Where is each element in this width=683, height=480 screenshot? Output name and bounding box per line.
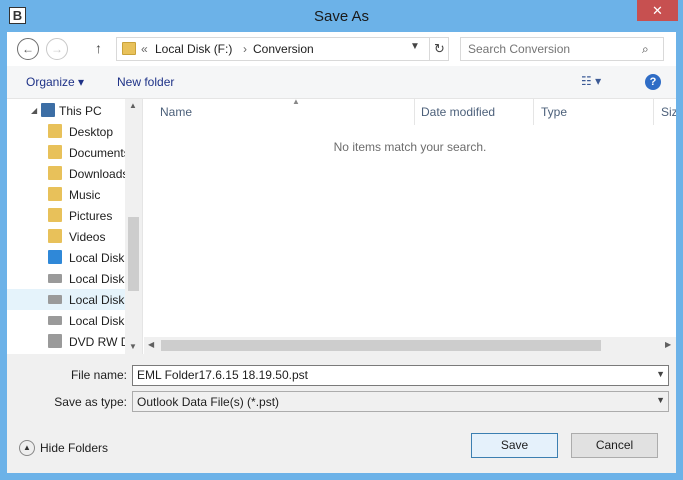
- tree-item-label: Pictures: [69, 209, 113, 223]
- scroll-thumb[interactable]: [161, 340, 601, 351]
- new-folder-button[interactable]: New folder: [117, 75, 174, 89]
- close-button[interactable]: ✕: [637, 0, 678, 21]
- tree-item-local-disk-c[interactable]: Local Disk: [7, 247, 125, 268]
- navigation-bar: ← → ↑ « Local Disk (F:) › Conversion ▼ ↻…: [7, 32, 676, 66]
- documents-folder-icon: [48, 145, 62, 159]
- windows-drive-icon: [48, 250, 62, 264]
- desktop-folder-icon: [48, 124, 62, 138]
- navigation-pane: ◢ This PC Desktop Documents Downloads Mu…: [7, 99, 143, 354]
- cancel-button[interactable]: Cancel: [571, 433, 658, 458]
- tree-item-downloads[interactable]: Downloads: [7, 163, 125, 184]
- tree-item-label: This PC: [59, 104, 102, 118]
- breadcrumb-overflow[interactable]: «: [141, 42, 148, 56]
- search-icon[interactable]: ⌕: [642, 42, 649, 57]
- drive-icon: [48, 295, 62, 304]
- tree-item-local-disk-network[interactable]: Local Disk: [7, 310, 125, 331]
- drive-icon: [48, 274, 62, 283]
- tree-item-music[interactable]: Music: [7, 184, 125, 205]
- tree-item-local-disk-d[interactable]: Local Disk: [7, 268, 125, 289]
- collapse-up-icon[interactable]: ▲: [19, 440, 35, 456]
- column-header-date-modified[interactable]: Date modified: [413, 99, 534, 125]
- tree-item-label: Local Disk: [69, 272, 125, 286]
- tree-item-dvd-drive[interactable]: DVD RW D: [7, 331, 125, 352]
- forward-button[interactable]: →: [46, 38, 68, 60]
- view-options-button[interactable]: ☷ ▾: [581, 74, 601, 88]
- save-type-value: Outlook Data File(s) (*.pst): [137, 395, 280, 409]
- breadcrumb-conversion[interactable]: Conversion: [253, 42, 314, 56]
- tree-item-videos[interactable]: Videos: [7, 226, 125, 247]
- tree-item-label: Local Disk: [69, 251, 125, 265]
- chevron-down-icon[interactable]: ▼: [656, 369, 665, 379]
- dvd-drive-icon: [48, 334, 62, 348]
- music-folder-icon: [48, 187, 62, 201]
- scroll-down-icon[interactable]: ▼: [129, 342, 137, 351]
- dialog-body: ← → ↑ « Local Disk (F:) › Conversion ▼ ↻…: [7, 32, 676, 473]
- downloads-folder-icon: [48, 166, 62, 180]
- tree-item-label: Local Disk: [69, 293, 125, 307]
- save-as-dialog: B Save As ✕ ← → ↑ « Local Disk (F:) › Co…: [0, 0, 683, 480]
- tree-item-desktop[interactable]: Desktop: [7, 121, 125, 142]
- empty-message: No items match your search.: [333, 140, 487, 154]
- list-horizontal-scrollbar[interactable]: ◀ ▶: [144, 337, 676, 354]
- scroll-left-icon[interactable]: ◀: [148, 340, 154, 349]
- dialog-footer: ▲ Hide Folders Save Cancel: [7, 418, 676, 473]
- chevron-down-icon[interactable]: ▼: [656, 395, 665, 405]
- refresh-button[interactable]: ↻: [429, 38, 449, 60]
- tree-item-pictures[interactable]: Pictures: [7, 205, 125, 226]
- up-button[interactable]: ↑: [95, 40, 102, 56]
- back-button[interactable]: ←: [17, 38, 39, 60]
- tree-item-label: DVD RW D: [69, 335, 125, 349]
- expand-arrow-icon[interactable]: ◢: [31, 106, 37, 115]
- network-drive-icon: [48, 316, 62, 325]
- search-input[interactable]: [468, 42, 633, 56]
- search-box[interactable]: ⌕: [460, 37, 664, 61]
- chevron-down-icon[interactable]: ▼: [410, 41, 420, 52]
- pictures-folder-icon: [48, 208, 62, 222]
- save-type-select[interactable]: Outlook Data File(s) (*.pst) ▼: [132, 391, 669, 412]
- command-toolbar: Organize ▾ New folder ☷ ▾ ?: [7, 66, 676, 99]
- tree-item-label: Desktop: [69, 125, 114, 139]
- sort-arrow-icon: ▲: [292, 97, 300, 106]
- tree-item-label: Local Disk: [69, 314, 125, 328]
- computer-icon: [41, 103, 55, 117]
- folder-icon: [122, 42, 136, 55]
- tree-item-label: Music: [69, 188, 101, 202]
- breadcrumb-local-disk[interactable]: Local Disk (F:): [155, 42, 232, 56]
- column-header-type[interactable]: Type: [533, 99, 654, 125]
- help-icon[interactable]: ?: [645, 74, 661, 90]
- tree-item-label: Downloads: [69, 167, 125, 181]
- tree-item-label: Documents: [69, 146, 125, 160]
- scroll-thumb[interactable]: [128, 217, 139, 291]
- file-name-field[interactable]: ▼: [132, 365, 669, 386]
- organize-button[interactable]: Organize ▾: [26, 75, 84, 89]
- column-header-name[interactable]: ▲ Name: [152, 97, 415, 125]
- save-type-label: Save as type:: [54, 395, 127, 409]
- address-bar[interactable]: « Local Disk (F:) › Conversion ▼ ↻: [116, 37, 449, 61]
- file-name-input[interactable]: [137, 368, 647, 382]
- videos-folder-icon: [48, 229, 62, 243]
- tree-item-local-disk-f[interactable]: Local Disk: [7, 289, 125, 310]
- save-options: File name: ▼ Save as type: Outlook Data …: [7, 354, 676, 418]
- tree-item-label: Videos: [69, 230, 106, 244]
- scroll-right-icon[interactable]: ▶: [665, 340, 671, 349]
- scroll-up-icon[interactable]: ▲: [129, 101, 137, 110]
- tree-item-this-pc[interactable]: ◢ This PC: [7, 100, 125, 121]
- file-list[interactable]: ▲ Name Date modified Type Size No items …: [144, 97, 676, 354]
- tree-scrollbar[interactable]: ▲ ▼: [125, 99, 142, 354]
- tree-item-documents[interactable]: Documents: [7, 142, 125, 163]
- hide-folders-label: Hide Folders: [40, 441, 109, 455]
- column-header-size[interactable]: Size: [653, 99, 676, 125]
- breadcrumb-separator[interactable]: ›: [243, 42, 247, 56]
- window-title: Save As: [313, 8, 370, 25]
- file-name-label: File name:: [70, 368, 127, 382]
- save-button[interactable]: Save: [471, 433, 558, 458]
- title-bar[interactable]: B Save As ✕: [0, 0, 683, 32]
